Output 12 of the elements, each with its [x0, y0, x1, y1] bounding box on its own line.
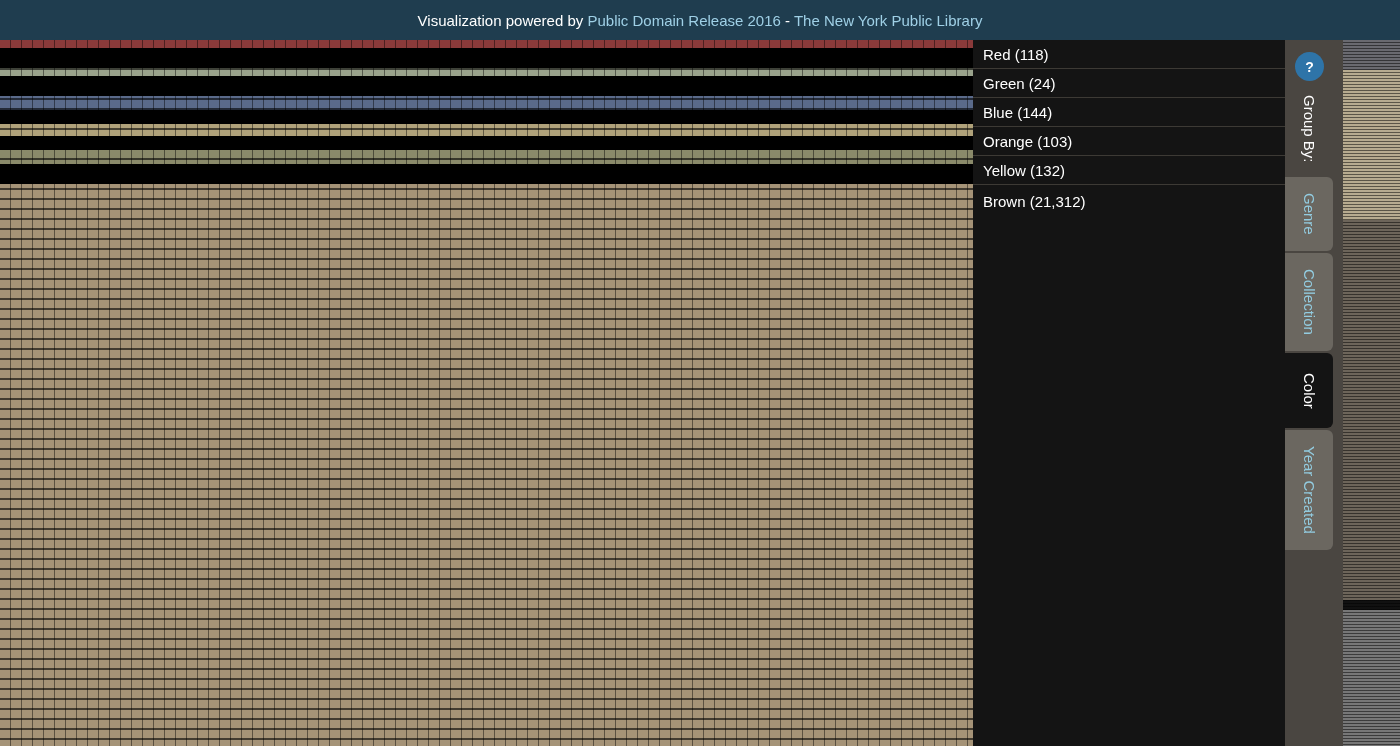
group-item[interactable]: Orange (103)	[973, 127, 1285, 156]
group-by-label: Group By:	[1301, 95, 1318, 165]
group-item[interactable]: Red (118)	[973, 40, 1285, 69]
group-item[interactable]: Brown (21,312)	[973, 185, 1285, 215]
help-button[interactable]: ?	[1295, 52, 1324, 81]
group-item[interactable]: Green (24)	[973, 69, 1285, 98]
group-item[interactable]: Yellow (132)	[973, 156, 1285, 185]
release-link[interactable]: Public Domain Release 2016	[587, 11, 781, 29]
group-item[interactable]: Blue (144)	[973, 98, 1285, 127]
credit-text: Visualization powered by Public Domain Release 2016 - The New York Public Library	[417, 11, 983, 29]
group-tab[interactable]: Color	[1285, 352, 1333, 429]
library-link[interactable]: The New York Public Library	[793, 11, 983, 29]
